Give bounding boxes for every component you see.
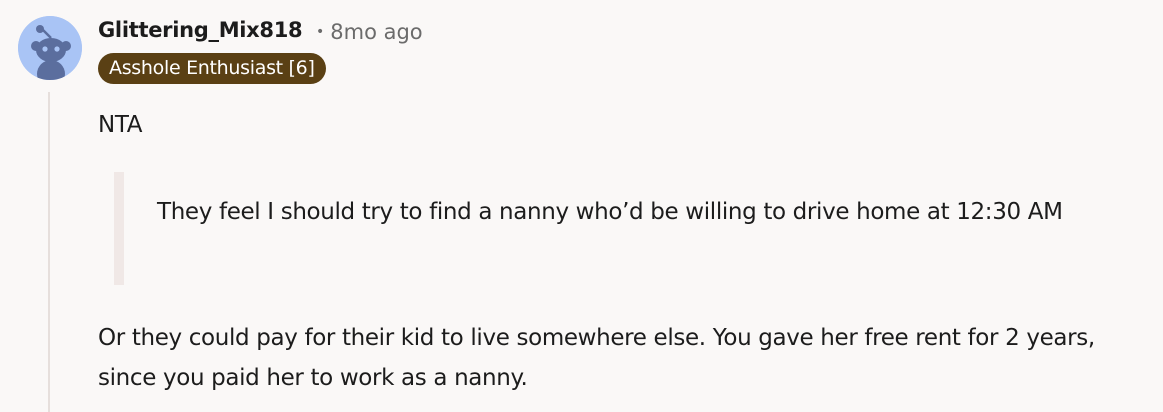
comment-meta: • 8mo ago xyxy=(316,20,423,44)
comment-timestamp[interactable]: 8mo ago xyxy=(330,20,422,44)
thread-line[interactable] xyxy=(48,92,50,412)
avatar[interactable] xyxy=(18,16,82,80)
comment-author[interactable]: Glittering_Mix818 xyxy=(98,18,303,42)
user-flair: Asshole Enthusiast [6] xyxy=(98,53,326,84)
comment-paragraph: Or they could pay for their kid to live … xyxy=(98,325,1095,391)
comment-paragraph: NTA xyxy=(98,112,143,138)
blockquote-text: They feel I should try to find a nanny w… xyxy=(157,199,1063,225)
blockquote-bar xyxy=(114,172,124,285)
meta-separator: • xyxy=(316,24,325,40)
reddit-snoo-avatar-icon xyxy=(18,16,82,80)
